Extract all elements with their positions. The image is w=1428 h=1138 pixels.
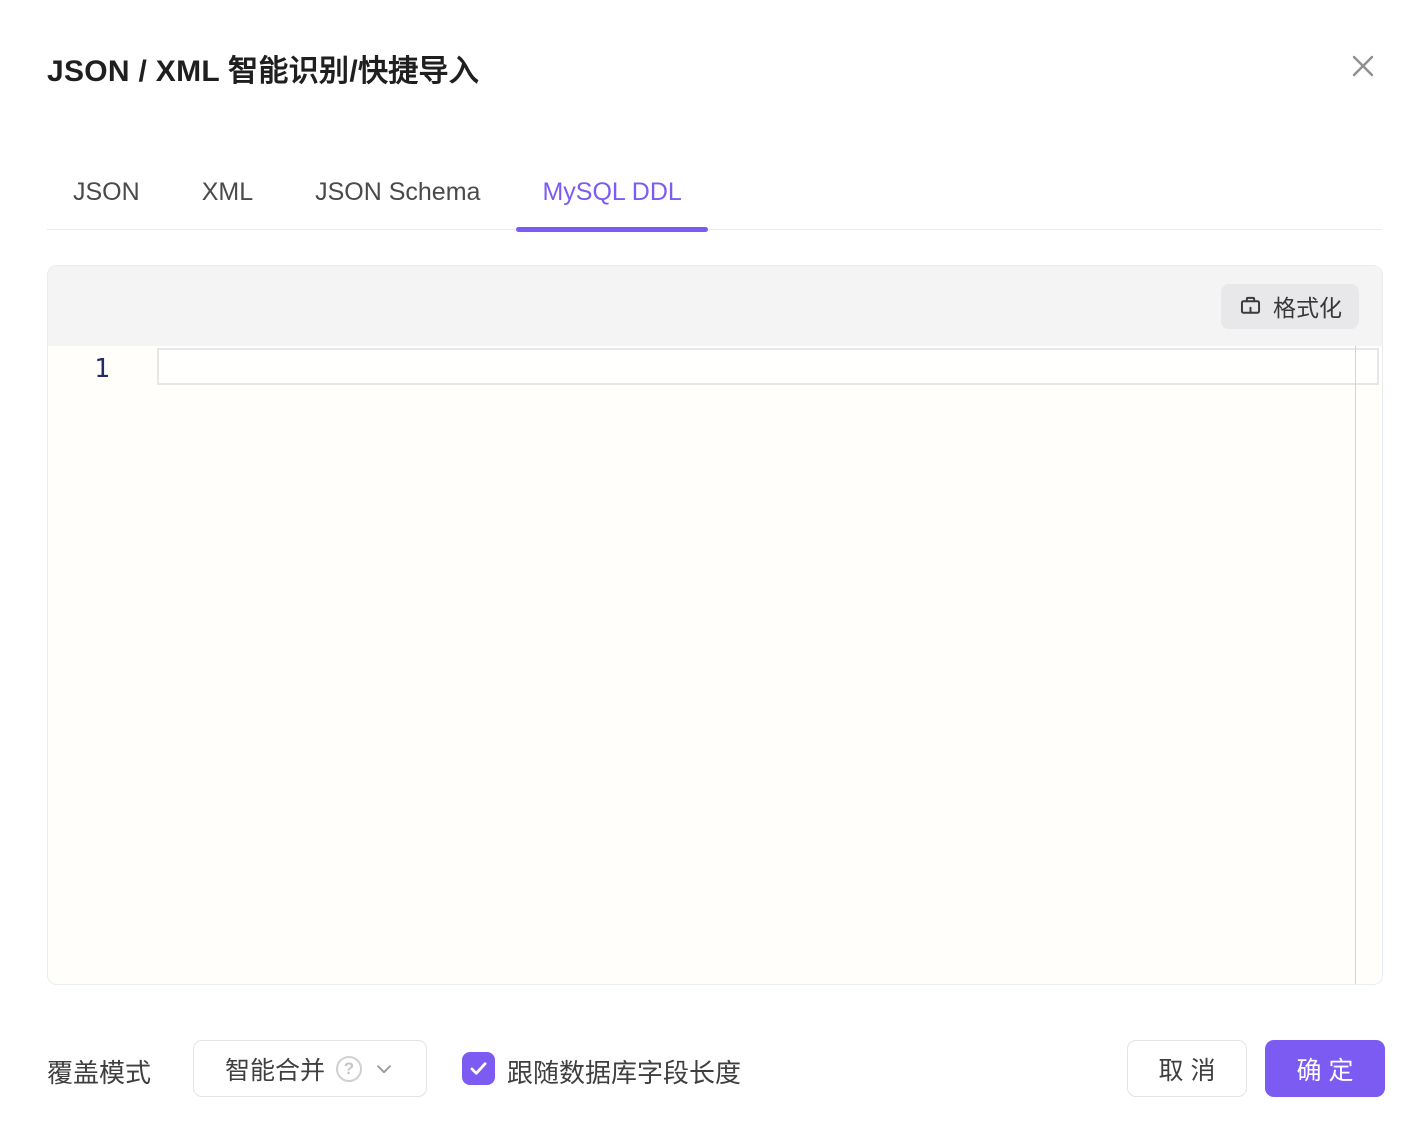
tab-json[interactable]: JSON <box>47 155 166 229</box>
editor-body[interactable]: 1 <box>48 346 1382 984</box>
question-circle-icon[interactable]: ? <box>336 1056 362 1082</box>
check-icon <box>468 1058 489 1079</box>
clear-format-icon <box>1238 294 1263 319</box>
dialog-title: JSON / XML 智能识别/快捷导入 <box>47 46 479 90</box>
line-number: 1 <box>48 346 156 385</box>
follow-db-length-checkbox[interactable] <box>462 1052 495 1085</box>
tab-bar: JSON XML JSON Schema MySQL DDL <box>47 155 1381 230</box>
format-button-label: 格式化 <box>1273 289 1342 323</box>
tab-mysql-ddl[interactable]: MySQL DDL <box>516 155 707 229</box>
close-button[interactable] <box>1346 50 1380 84</box>
tab-label: JSON <box>73 178 140 207</box>
code-editor: 格式化 1 <box>47 265 1383 985</box>
chevron-down-icon <box>373 1058 395 1080</box>
editor-scrollbar-divider <box>1355 346 1356 984</box>
confirm-button[interactable]: 确 定 <box>1265 1040 1385 1097</box>
override-mode-select[interactable]: 智能合并 ? <box>193 1040 427 1097</box>
import-dialog: JSON / XML 智能识别/快捷导入 JSON XML JSON Schem… <box>0 0 1428 1138</box>
editor-toolbar: 格式化 <box>48 266 1382 346</box>
cancel-button[interactable]: 取 消 <box>1127 1040 1247 1097</box>
tab-xml[interactable]: XML <box>176 155 279 229</box>
override-mode-label: 覆盖模式 <box>47 1053 151 1090</box>
editor-active-line[interactable] <box>157 348 1379 385</box>
tab-label: MySQL DDL <box>542 178 681 207</box>
follow-db-length-label[interactable]: 跟随数据库字段长度 <box>507 1053 741 1090</box>
close-icon <box>1348 51 1378 84</box>
mode-select-value: 智能合并 <box>225 1051 325 1087</box>
tab-label: JSON Schema <box>315 178 480 207</box>
format-button[interactable]: 格式化 <box>1221 284 1359 329</box>
editor-gutter: 1 <box>48 346 156 984</box>
tab-json-schema[interactable]: JSON Schema <box>289 155 506 229</box>
tab-label: XML <box>202 178 253 207</box>
